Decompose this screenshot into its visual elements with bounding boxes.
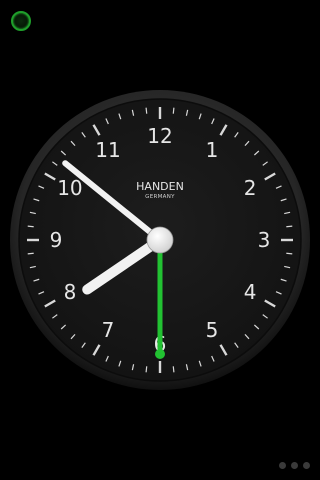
minute-tick	[27, 225, 34, 228]
clock-screen: 121234567891011 HANDEN GERMANY	[0, 0, 320, 480]
hour-numeral: 7	[102, 318, 115, 342]
page-dot[interactable]	[279, 462, 286, 469]
hour-numeral: 10	[57, 176, 82, 200]
hour-numeral: 2	[244, 176, 257, 200]
hour-numeral: 11	[95, 138, 120, 162]
brand-label: HANDEN	[136, 180, 184, 193]
analog-clock: 121234567891011 HANDEN GERMANY	[10, 90, 310, 390]
hour-numeral: 9	[50, 228, 63, 252]
hour-numeral: 4	[244, 280, 257, 304]
page-dot[interactable]	[303, 462, 310, 469]
page-indicator[interactable]	[279, 462, 310, 469]
hour-numeral: 1	[206, 138, 219, 162]
minute-tick	[145, 366, 148, 373]
center-hub	[146, 226, 174, 254]
second-hand-tip	[155, 349, 165, 359]
hour-numeral: 5	[206, 318, 219, 342]
minute-tick	[145, 107, 148, 114]
minute-tick	[286, 225, 293, 228]
minute-tick	[286, 252, 293, 255]
hour-numeral: 8	[64, 280, 77, 304]
minute-tick	[172, 107, 175, 114]
minute-tick	[172, 366, 175, 373]
brand-sub-label: GERMANY	[145, 194, 175, 200]
minute-tick	[27, 252, 34, 255]
page-dot[interactable]	[291, 462, 298, 469]
hour-numeral: 3	[258, 228, 271, 252]
hour-numeral: 12	[147, 124, 172, 148]
